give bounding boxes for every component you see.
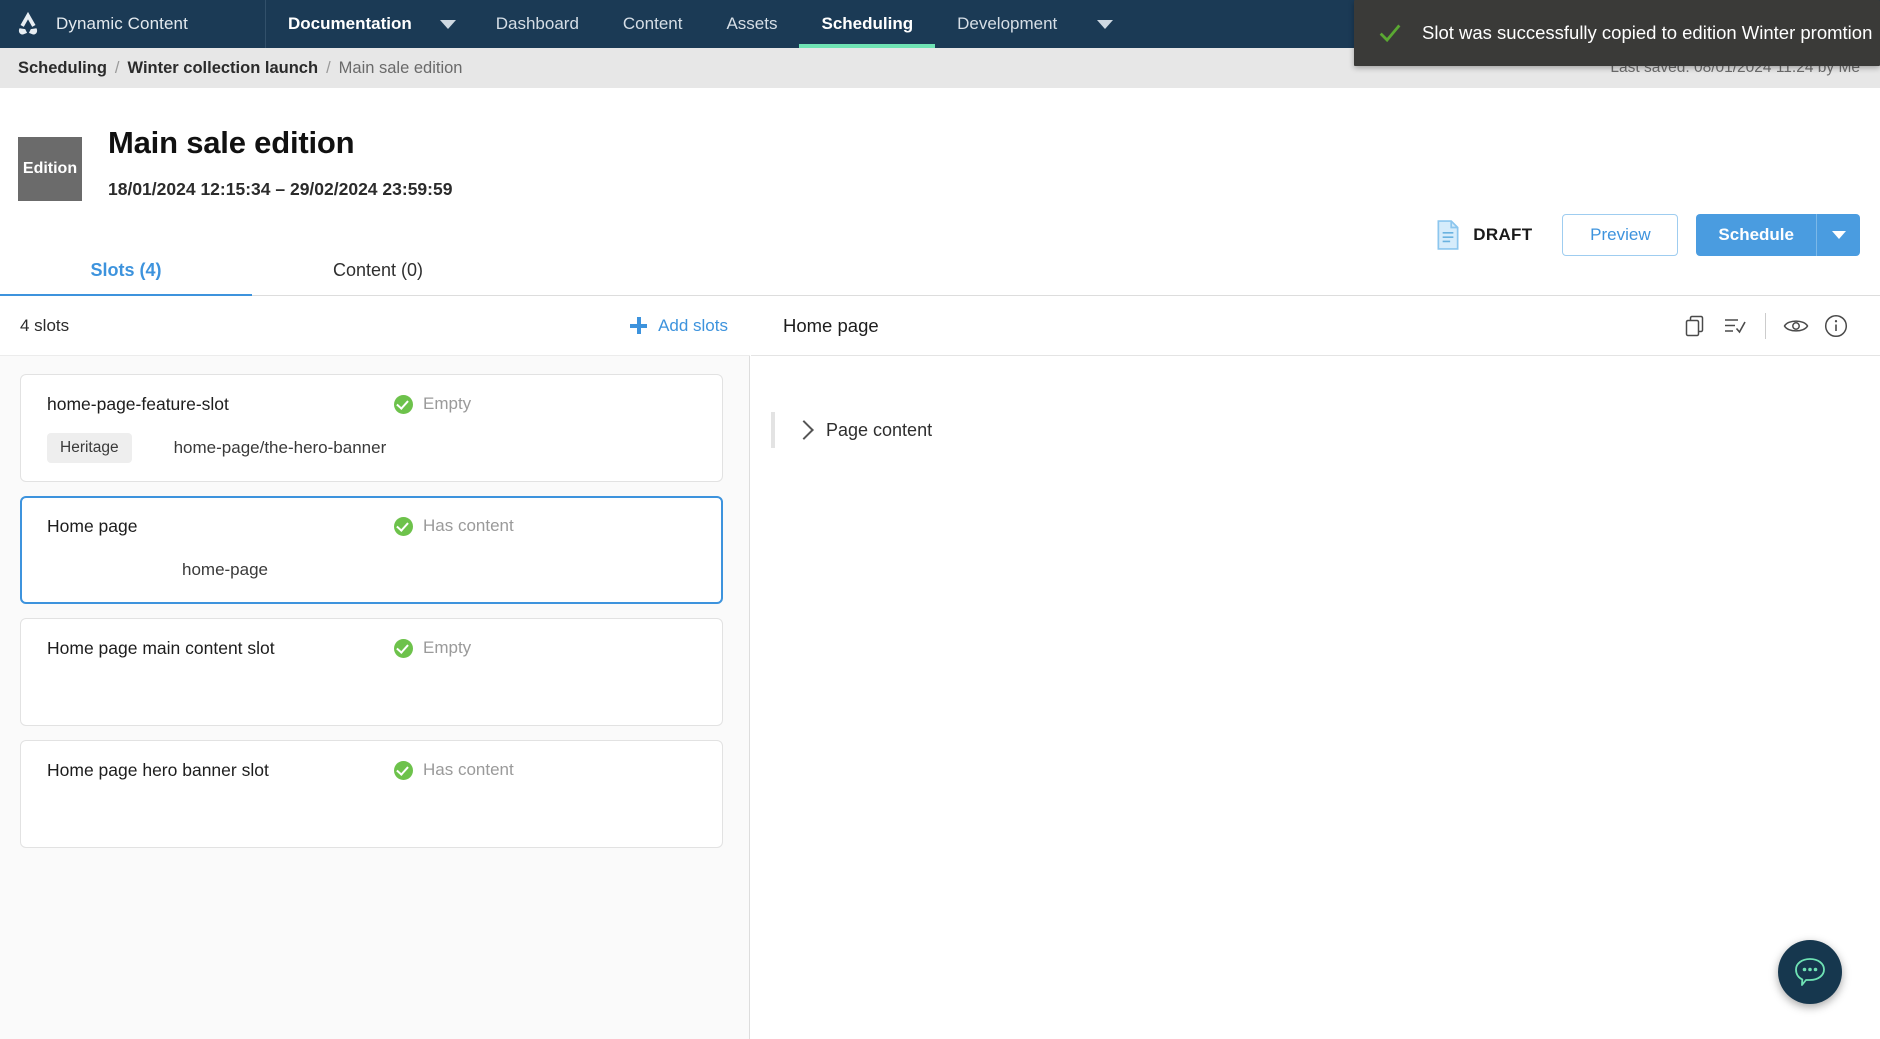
check-circle-icon — [394, 760, 413, 780]
status-badge-label: DRAFT — [1473, 225, 1533, 244]
slots-toolbar: 4 slots Add slots — [0, 296, 750, 356]
slot-list: home-page-feature-slot Empty Heritage ho… — [0, 356, 749, 848]
nav-item-scheduling-label: Scheduling — [821, 14, 914, 33]
slot-status: Empty — [394, 638, 700, 658]
nav-documentation-dropdown[interactable] — [422, 0, 474, 48]
slot-detail-icon-group — [1675, 308, 1856, 344]
breadcrumb-separator: / — [326, 58, 331, 77]
chevron-down-icon — [1831, 231, 1846, 239]
chat-support-button[interactable] — [1778, 940, 1842, 1004]
nav-item-content[interactable]: Content — [601, 0, 705, 48]
page-header: Edition Main sale edition 18/01/2024 12:… — [0, 88, 1880, 256]
nav-item-assets[interactable]: Assets — [704, 0, 799, 48]
slot-header-row: Home page main content slot Empty — [47, 635, 700, 661]
slot-status: Has content — [394, 760, 700, 780]
slot-status-label: Has content — [423, 516, 514, 535]
nav-item-development[interactable]: Development — [935, 0, 1079, 48]
add-slots-button[interactable]: Add slots — [630, 316, 728, 336]
edition-badge: Edition — [18, 137, 82, 201]
nav-item-dashboard[interactable]: Dashboard — [474, 0, 601, 48]
check-circle-icon — [394, 394, 413, 414]
slot-path: home-page/the-hero-banner — [173, 438, 387, 457]
slot-detail-row: Heritage home-page/the-hero-banner — [47, 433, 700, 463]
tab-content[interactable]: Content (0) — [252, 244, 504, 296]
nav-item-development-label: Development — [957, 14, 1058, 33]
plus-icon — [630, 317, 648, 334]
edition-date-range: 18/01/2024 12:15:34 – 29/02/2024 23:59:5… — [108, 179, 453, 199]
tab-slots-label: Slots (4) — [90, 259, 162, 280]
chat-bubble-icon — [1795, 958, 1825, 986]
nav-development-dropdown[interactable] — [1079, 0, 1131, 48]
content-tree: Page content — [751, 356, 1880, 448]
toolbar-divider — [1765, 312, 1766, 339]
chevron-right-icon — [794, 420, 814, 440]
eye-icon[interactable] — [1776, 308, 1816, 344]
list-check-icon[interactable] — [1715, 308, 1755, 344]
slot-path: home-page — [182, 560, 269, 579]
toast-message: Slot was successfully copied to edition … — [1422, 22, 1873, 43]
nav-item-content-label: Content — [622, 14, 683, 33]
nav-item-documentation-label: Documentation — [288, 14, 412, 33]
info-icon[interactable] — [1816, 308, 1856, 344]
toast-notification: Slot was successfully copied to edition … — [1354, 0, 1880, 66]
copy-icon-glyph — [1685, 315, 1704, 336]
slot-detail-row — [47, 677, 700, 707]
check-icon — [1379, 24, 1401, 43]
amplience-logo-icon — [18, 11, 38, 35]
chevron-down-icon — [1097, 19, 1114, 29]
slot-name: Home page hero banner slot — [47, 759, 269, 780]
slot-detail-pane: Home page Page content — [751, 296, 1880, 1039]
list-check-icon-glyph — [1725, 318, 1746, 333]
page-title: Main sale edition — [108, 125, 355, 160]
slot-status: Has content — [394, 516, 700, 536]
add-slots-label: Add slots — [658, 315, 728, 335]
breadcrumb-item-winter-collection-launch[interactable]: Winter collection launch — [128, 59, 319, 78]
info-icon-glyph — [1824, 314, 1848, 337]
slot-card-home-page[interactable]: Home page Has content home-page — [20, 496, 723, 604]
tree-item-label: Page content — [826, 419, 933, 440]
nav-item-scheduling[interactable]: Scheduling — [799, 0, 935, 48]
tab-slots[interactable]: Slots (4) — [0, 244, 252, 297]
breadcrumb-item-scheduling[interactable]: Scheduling — [18, 59, 107, 78]
slot-name: Home page — [47, 515, 138, 536]
slot-status: Empty — [394, 394, 700, 414]
nav-item-documentation[interactable]: Documentation — [266, 0, 422, 48]
breadcrumb-separator: / — [114, 58, 120, 77]
brand-label: Dynamic Content — [56, 0, 266, 48]
slot-card-home-page-hero-banner-slot[interactable]: Home page hero banner slot Has content — [20, 740, 723, 848]
copy-icon[interactable] — [1675, 308, 1715, 344]
slot-status-label: Has content — [423, 760, 514, 779]
tree-item-page-content[interactable]: Page content — [771, 412, 1880, 448]
nav-item-dashboard-label: Dashboard — [495, 14, 579, 33]
slot-detail-row — [47, 799, 700, 829]
slot-card-home-page-feature-slot[interactable]: home-page-feature-slot Empty Heritage ho… — [20, 374, 723, 482]
slot-detail-toolbar: Home page — [751, 296, 1880, 356]
slot-name: Home page main content slot — [47, 637, 275, 658]
chevron-down-icon — [439, 19, 456, 29]
app-logo[interactable] — [0, 0, 56, 48]
slot-header-row: Home page hero banner slot Has content — [47, 757, 700, 783]
slot-status-label: Empty — [423, 394, 472, 413]
slot-detail-row: home-page — [47, 555, 700, 585]
nav-item-assets-label: Assets — [726, 14, 778, 33]
slot-card-home-page-main-content-slot[interactable]: Home page main content slot Empty — [20, 618, 723, 726]
breadcrumb-item-main-sale-edition: Main sale edition — [338, 58, 463, 77]
slot-header-row: home-page-feature-slot Empty — [47, 391, 700, 417]
tab-bar: Slots (4) Content (0) — [0, 244, 1880, 297]
slot-name: home-page-feature-slot — [47, 393, 229, 414]
check-circle-icon — [394, 638, 413, 658]
slot-header-row: Home page Has content — [47, 513, 700, 539]
slots-count-label: 4 slots — [20, 315, 70, 335]
check-circle-icon — [394, 516, 413, 536]
tab-content-label: Content (0) — [332, 259, 424, 280]
slot-status-label: Empty — [423, 638, 472, 657]
eye-icon-glyph — [1783, 319, 1809, 332]
slot-chip: Heritage — [47, 433, 132, 463]
slots-pane: 4 slots Add slots home-page-feature-slot… — [0, 296, 750, 1039]
slot-detail-title: Home page — [783, 314, 879, 336]
